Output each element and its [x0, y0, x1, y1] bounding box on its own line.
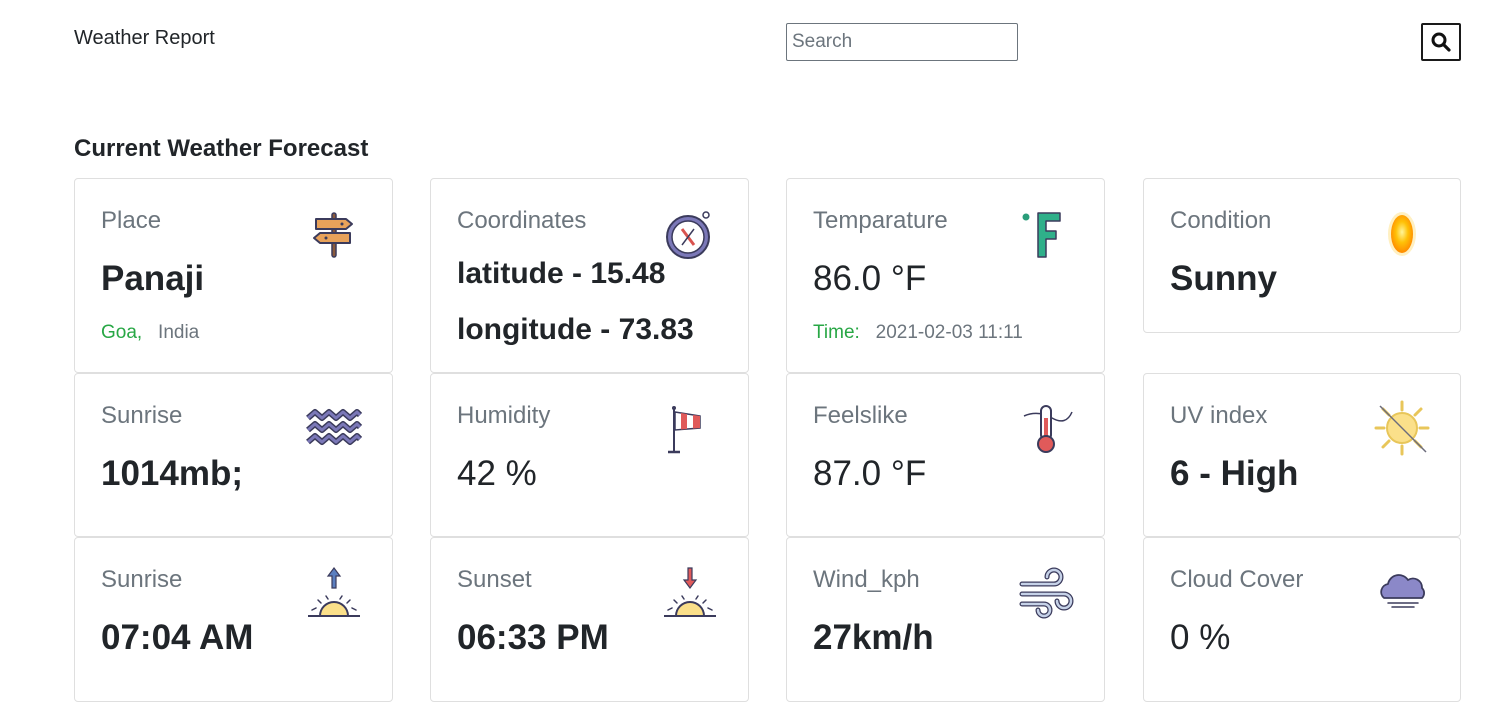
sunrise-icon [308, 567, 360, 617]
wind-value: 27km/h [813, 618, 934, 657]
cloud-number: 0 [1170, 618, 1190, 657]
country-text: India [158, 322, 200, 343]
temperature-card: Temparature 86.0 °F Time: 2021-02-03 11:… [786, 178, 1105, 373]
humidity-label: Humidity [457, 402, 551, 429]
coordinates-label: Coordinates [457, 207, 587, 234]
wind-card: Wind_kph 27km/h [786, 537, 1105, 702]
cloud-card: Cloud Cover 0 % [1143, 537, 1461, 702]
place-value: Panaji [101, 259, 205, 298]
cloud-unit: % [1199, 618, 1231, 657]
wind-icon [1019, 567, 1074, 619]
section-title: Current Weather Forecast [74, 135, 369, 162]
temperature-label: Temparature [813, 207, 948, 234]
feelslike-label: Feelslike [813, 402, 908, 429]
time-value: 2021-02-03 11:11 [875, 322, 1023, 343]
feelslike-unit: °F [890, 454, 927, 493]
wind-label: Wind_kph [813, 566, 920, 593]
uv-value: 6 - High [1170, 454, 1299, 493]
windsock-icon [668, 406, 701, 454]
sunset-value: 06:33 PM [457, 618, 609, 657]
cloud-value: 0 % [1170, 618, 1230, 658]
search-input[interactable] [786, 23, 1018, 61]
humidity-card: Humidity 42 % [430, 373, 749, 537]
place-location: Goa, India [101, 322, 199, 344]
search-icon [1431, 32, 1451, 52]
region-text: Goa, [101, 322, 143, 343]
sunset-label: Sunset [457, 566, 532, 593]
sunrise-label: Sunrise [101, 566, 183, 593]
sunset-icon [664, 567, 716, 617]
pressure-value: 1014mb; [101, 454, 244, 493]
pressure-label: Sunrise [101, 402, 183, 429]
temperature-unit: °F [890, 259, 927, 298]
cloud-icon [1380, 574, 1425, 608]
sunrise-value: 07:04 AM [101, 618, 254, 657]
condition-value: Sunny [1170, 259, 1277, 298]
pressure-card: Sunrise 1014mb; [74, 373, 393, 537]
feelslike-number: 87.0 [813, 454, 882, 493]
condition-label: Condition [1170, 207, 1272, 234]
place-label: Place [101, 207, 162, 234]
compass-icon [666, 211, 710, 259]
fahrenheit-icon [1022, 212, 1061, 258]
brand-title[interactable]: Weather Report [74, 27, 215, 50]
temperature-time: Time: 2021-02-03 11:11 [813, 322, 1023, 344]
feelslike-value: 87.0 °F [813, 454, 926, 494]
thermometer-icon [1023, 405, 1073, 453]
signpost-icon [313, 212, 353, 258]
latitude-value: latitude - 15.48 [457, 257, 666, 290]
time-label: Time: [813, 322, 860, 343]
uv-label: UV index [1170, 402, 1268, 429]
humidity-unit: % [505, 454, 537, 493]
condition-card: Condition Sunny [1143, 178, 1461, 333]
sun-orb-icon [1388, 212, 1416, 256]
waves-icon [306, 409, 362, 445]
humidity-number: 42 [457, 454, 496, 493]
navbar: Weather Report [0, 0, 1504, 100]
sunrise-card: Sunrise 07:04 AM [74, 537, 393, 702]
coordinates-card: Coordinates latitude - 15.48 longitude -… [430, 178, 749, 373]
humidity-value: 42 % [457, 454, 537, 494]
sunset-card: Sunset 06:33 PM [430, 537, 749, 702]
search-button[interactable] [1421, 23, 1461, 61]
sun-crossed-icon [1374, 400, 1430, 456]
place-card: Place Panaji Goa, India [74, 178, 393, 373]
cloud-label: Cloud Cover [1170, 566, 1304, 593]
temperature-value: 86.0 °F [813, 259, 926, 299]
temperature-number: 86.0 [813, 259, 882, 298]
longitude-value: longitude - 73.83 [457, 313, 694, 346]
feelslike-card: Feelslike 87.0 °F [786, 373, 1105, 537]
uv-card: UV index 6 - High [1143, 373, 1461, 537]
